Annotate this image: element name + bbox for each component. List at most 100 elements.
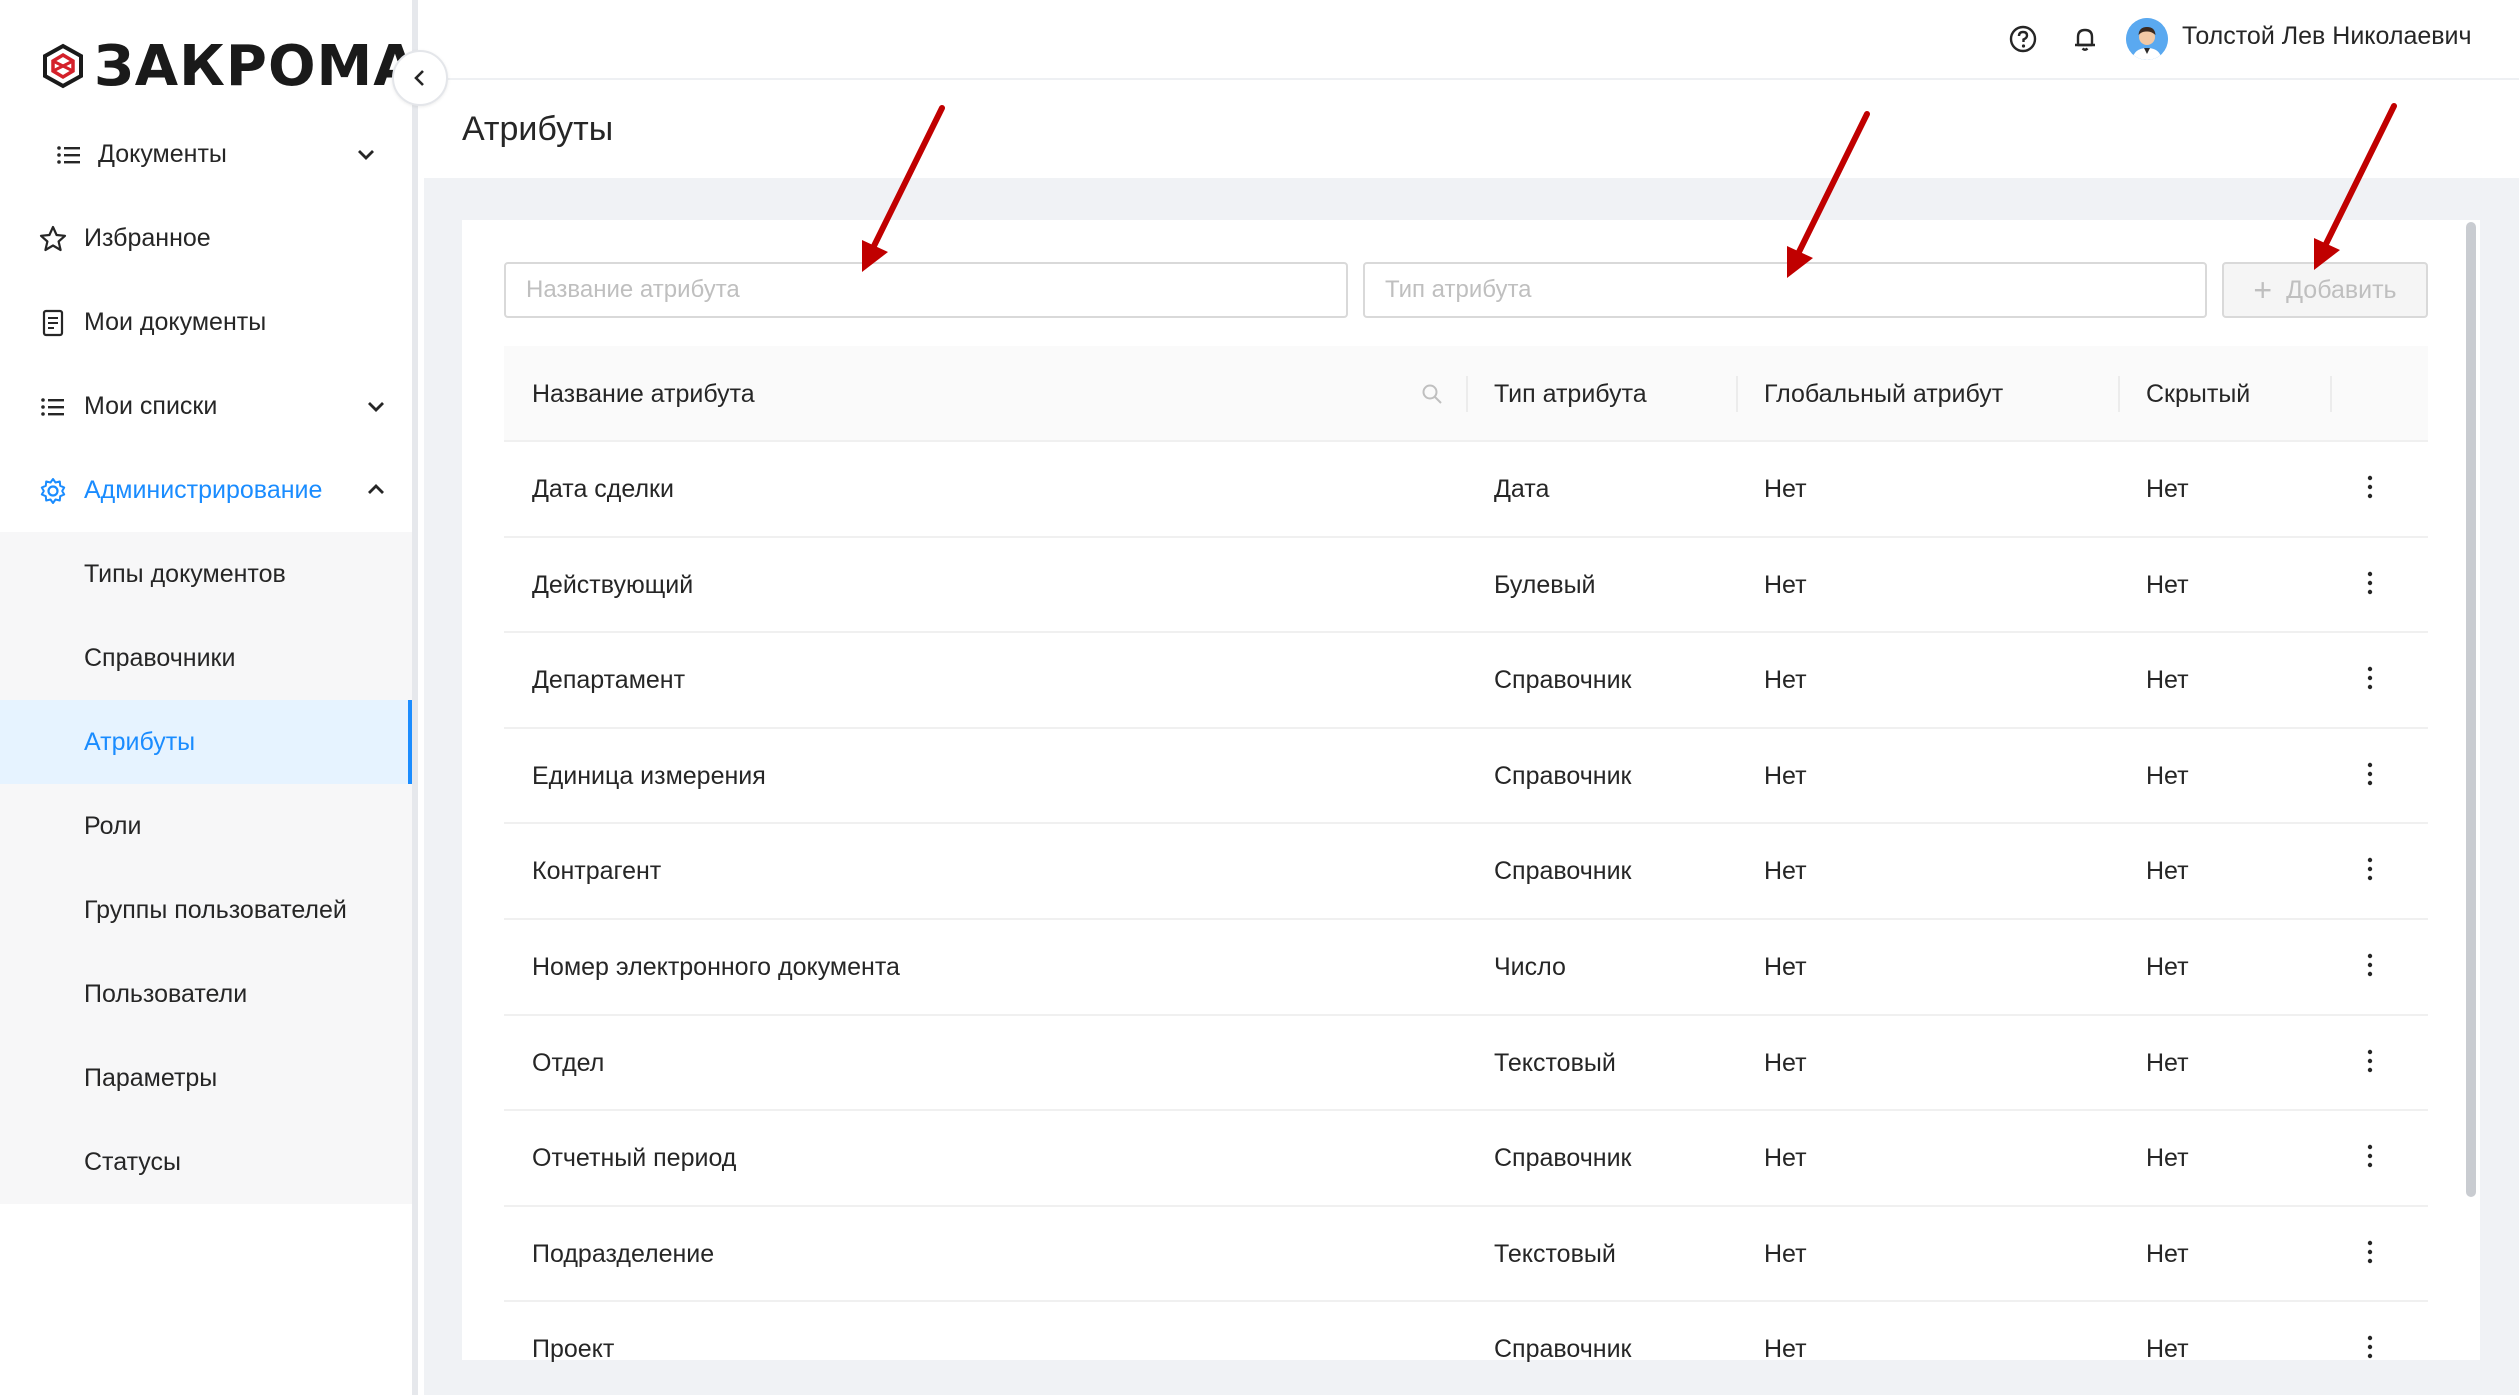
cell-hidden: Нет: [2146, 1239, 2189, 1268]
cell-type: Текстовый: [1494, 1048, 1616, 1077]
help-icon[interactable]: [2006, 22, 2040, 56]
gear-icon: [40, 478, 66, 504]
sidebar-item-my-lists[interactable]: Мои списки: [0, 364, 412, 448]
logo[interactable]: ЗАКРОМА: [40, 26, 418, 106]
table-row[interactable]: Департамент Справочник Нет Нет: [504, 633, 2428, 729]
user-avatar-icon: [2126, 18, 2168, 60]
table-row[interactable]: Подразделение Текстовый Нет Нет: [504, 1207, 2428, 1303]
chevron-up-icon[interactable]: [364, 478, 388, 502]
table-row[interactable]: Дата сделки Дата Нет Нет: [504, 442, 2428, 538]
cell-hidden: Нет: [2146, 666, 2189, 695]
more-actions-icon[interactable]: [2364, 950, 2376, 980]
sidebar-item-label: Типы документов: [84, 559, 286, 588]
avatar[interactable]: [2126, 18, 2168, 60]
cell-type: Текстовый: [1494, 1239, 1616, 1268]
logo-text: ЗАКРОМА: [94, 33, 418, 99]
more-actions-icon[interactable]: [2364, 1141, 2376, 1171]
sidebar-item-parameters[interactable]: Параметры: [0, 1036, 412, 1120]
more-actions-icon[interactable]: [2364, 472, 2376, 502]
table-row[interactable]: Номер электронного документа Число Нет Н…: [504, 920, 2428, 1016]
sidebar-item-administration[interactable]: Администрирование: [0, 448, 412, 532]
attribute-type-placeholder: Тип атрибута: [1385, 276, 1532, 303]
cell-global: Нет: [1764, 952, 1807, 981]
cell-hidden: Нет: [2146, 1048, 2189, 1077]
more-actions-icon[interactable]: [2364, 1237, 2376, 1267]
sidebar-item-label: Атрибуты: [84, 727, 196, 756]
cell-global: Нет: [1764, 761, 1807, 790]
cell-hidden: Нет: [2146, 1144, 2189, 1173]
attributes-table: Название атрибута Тип атрибута Глобальны…: [504, 346, 2428, 1395]
bell-icon[interactable]: [2068, 22, 2102, 56]
table-row[interactable]: Отчетный период Справочник Нет Нет: [504, 1111, 2428, 1207]
more-actions-icon[interactable]: [2364, 663, 2376, 693]
cell-type: Справочник: [1494, 1144, 1632, 1173]
chevron-down-icon[interactable]: [354, 142, 378, 166]
scrollbar[interactable]: [2466, 222, 2476, 1197]
sidebar-item-attributes[interactable]: Атрибуты: [0, 700, 412, 784]
column-header-global[interactable]: Глобальный атрибут: [1764, 380, 2003, 409]
sidebar: ЗАКРОМА Документы Избранное Мои документ…: [0, 0, 418, 1395]
column-divider: [1466, 376, 1468, 412]
sidebar-item-directories[interactable]: Справочники: [0, 616, 412, 700]
cell-hidden: Нет: [2146, 475, 2189, 503]
cell-global: Нет: [1764, 1335, 1807, 1364]
page-header: Атрибуты: [424, 82, 2519, 178]
table-row[interactable]: Контрагент Справочник Нет Нет: [504, 824, 2428, 920]
more-actions-icon[interactable]: [2364, 854, 2376, 884]
sidebar-item-label: Мои списки: [84, 391, 218, 420]
cell-global: Нет: [1764, 1239, 1807, 1268]
sidebar-item-document-types[interactable]: Типы документов: [0, 532, 412, 616]
table-row[interactable]: Единица измерения Справочник Нет Нет: [504, 729, 2428, 825]
list-icon: [57, 146, 80, 164]
annotation-arrow: [1787, 111, 1870, 278]
cell-hidden: Нет: [2146, 761, 2189, 790]
collapse-sidebar-button[interactable]: [392, 50, 448, 106]
cell-type: Справочник: [1494, 761, 1632, 790]
more-actions-icon[interactable]: [2364, 759, 2376, 789]
list-icon: [41, 398, 64, 416]
sidebar-item-roles[interactable]: Роли: [0, 784, 412, 868]
sidebar-item-label: Администрирование: [84, 475, 323, 504]
chevron-left-icon: [414, 70, 424, 86]
sidebar-item-documents[interactable]: Документы: [0, 112, 412, 196]
logo-icon: [43, 43, 83, 89]
sidebar-item-label: Избранное: [84, 223, 211, 252]
cell-hidden: Нет: [2146, 1335, 2189, 1364]
more-actions-icon[interactable]: [2364, 1332, 2376, 1362]
cell-name: Подразделение: [532, 1239, 715, 1268]
sidebar-item-my-documents[interactable]: Мои документы: [0, 280, 412, 364]
sidebar-item-user-groups[interactable]: Группы пользователей: [0, 868, 412, 952]
table-row[interactable]: Действующий Булевый Нет Нет: [504, 538, 2428, 634]
search-icon[interactable]: [1420, 382, 1444, 406]
column-header-hidden[interactable]: Скрытый: [2146, 380, 2250, 409]
column-header-type[interactable]: Тип атрибута: [1494, 380, 1647, 409]
more-actions-icon[interactable]: [2364, 568, 2376, 598]
cell-name: Департамент: [532, 666, 686, 695]
sidebar-item-favorites[interactable]: Избранное: [0, 196, 412, 280]
cell-name: Номер электронного документа: [532, 952, 900, 981]
sidebar-item-label: Документы: [98, 139, 227, 168]
column-header-name[interactable]: Название атрибута: [532, 380, 755, 409]
plus-icon: +: [2253, 272, 2273, 308]
table-header: Название атрибута Тип атрибута Глобальны…: [504, 346, 2428, 442]
table-row[interactable]: Отдел Текстовый Нет Нет: [504, 1016, 2428, 1112]
document-icon: [42, 309, 64, 337]
cell-name: Отдел: [532, 1048, 605, 1077]
cell-name: Отчетный период: [532, 1144, 737, 1173]
sidebar-item-statuses[interactable]: Статусы: [0, 1120, 412, 1204]
sidebar-item-users[interactable]: Пользователи: [0, 952, 412, 1036]
more-actions-icon[interactable]: [2364, 1046, 2376, 1076]
chevron-down-icon[interactable]: [364, 394, 388, 418]
sidebar-item-label: Группы пользователей: [84, 895, 347, 924]
sidebar-item-label: Статусы: [84, 1147, 181, 1176]
page-title: Атрибуты: [462, 110, 614, 148]
cell-global: Нет: [1764, 666, 1807, 695]
cell-type: Число: [1494, 952, 1566, 981]
sidebar-item-label: Мои документы: [84, 307, 267, 336]
attribute-name-placeholder: Название атрибута: [526, 276, 740, 303]
sidebar-item-label: Справочники: [84, 643, 236, 672]
sidebar-nav: Документы Избранное Мои документы Мои сп…: [0, 112, 412, 1204]
table-row[interactable]: Проект Справочник Нет Нет: [504, 1302, 2428, 1395]
user-name[interactable]: Толстой Лев Николаевич: [2182, 22, 2472, 51]
cell-name: Единица измерения: [532, 761, 766, 790]
